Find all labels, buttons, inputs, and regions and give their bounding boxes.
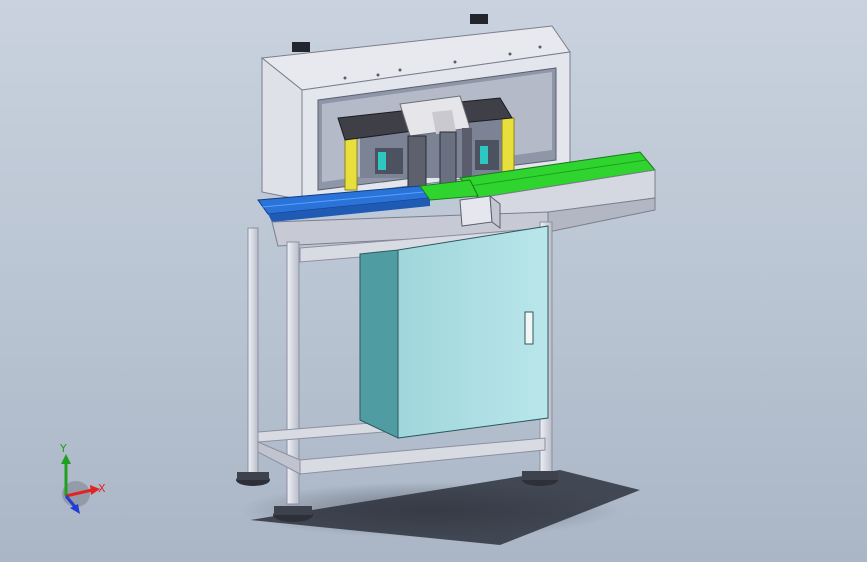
cad-viewport[interactable]: Y X <box>0 0 867 562</box>
actuator-right[interactable] <box>501 117 515 177</box>
y-axis-label: Y <box>59 442 67 455</box>
x-axis-label: X <box>98 482 106 495</box>
coordinate-triad: Y X <box>59 442 106 514</box>
machine-model-view[interactable]: Y X <box>0 0 867 562</box>
cabinet-door-handle[interactable] <box>524 311 534 345</box>
gripper-block[interactable] <box>459 194 501 229</box>
lid-handle-left[interactable] <box>292 42 310 52</box>
electrical-cabinet[interactable] <box>359 225 549 439</box>
lid-handle-right[interactable] <box>470 14 488 24</box>
